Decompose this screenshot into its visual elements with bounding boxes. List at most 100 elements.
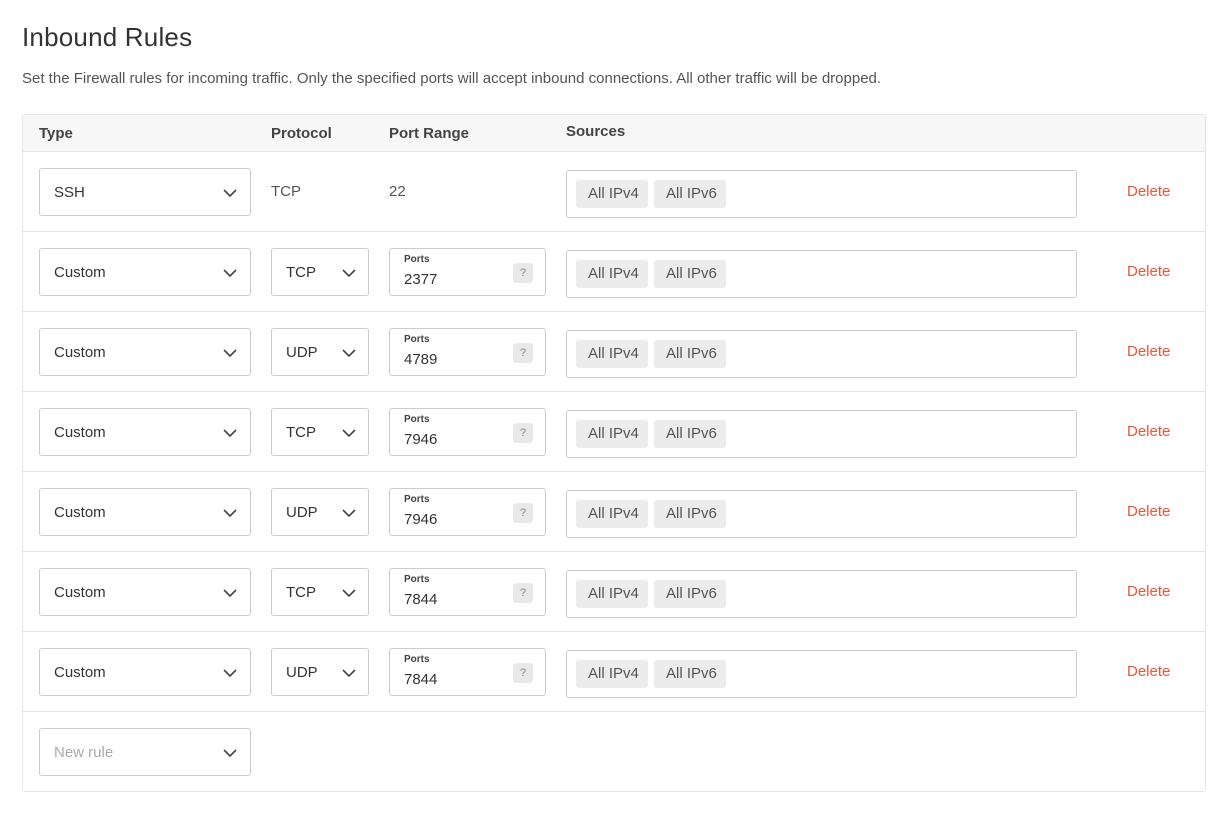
ports-value: 7844 — [404, 671, 438, 688]
ports-input[interactable]: Ports 4789 ? — [389, 328, 546, 376]
type-select-value: Custom — [54, 344, 106, 361]
inbound-rules-page: Inbound Rules Set the Firewall rules for… — [0, 0, 1226, 817]
ports-value: 7844 — [404, 591, 438, 608]
delete-button[interactable]: Delete — [1127, 423, 1170, 440]
protocol-select-value: TCP — [286, 424, 316, 441]
protocol-select[interactable]: TCP — [271, 408, 369, 456]
source-tag[interactable]: All IPv4 — [576, 660, 648, 688]
chevron-down-icon — [223, 189, 237, 198]
rules-table: Type Protocol Port Range Sources SSH TCP… — [22, 114, 1206, 792]
type-select[interactable]: Custom — [39, 488, 251, 536]
type-select[interactable]: Custom — [39, 648, 251, 696]
protocol-select-value: TCP — [286, 264, 316, 281]
source-tag[interactable]: All IPv4 — [576, 500, 648, 528]
ports-value: 4789 — [404, 351, 438, 368]
new-rule-select[interactable]: New rule — [39, 728, 251, 776]
type-select-value: Custom — [54, 424, 106, 441]
sources-input[interactable]: All IPv4 All IPv6 — [566, 330, 1077, 378]
type-select-value: Custom — [54, 264, 106, 281]
source-tag[interactable]: All IPv6 — [654, 420, 726, 448]
sources-input[interactable]: All IPv4 All IPv6 — [566, 490, 1077, 538]
ports-label: Ports — [404, 494, 430, 505]
ports-label: Ports — [404, 254, 430, 265]
rule-row: Custom TCP Ports 7946 ? All IPv4 All IPv… — [23, 392, 1205, 472]
source-tag[interactable]: All IPv6 — [654, 180, 726, 208]
sources-input[interactable]: All IPv4 All IPv6 — [566, 570, 1077, 618]
sources-input[interactable]: All IPv4 All IPv6 — [566, 410, 1077, 458]
source-tag[interactable]: All IPv4 — [576, 580, 648, 608]
ports-label: Ports — [404, 334, 430, 345]
delete-button[interactable]: Delete — [1127, 663, 1170, 680]
protocol-value: TCP — [271, 183, 301, 200]
type-select[interactable]: SSH — [39, 168, 251, 216]
source-tag[interactable]: All IPv4 — [576, 340, 648, 368]
source-tag[interactable]: All IPv4 — [576, 260, 648, 288]
source-tag[interactable]: All IPv6 — [654, 580, 726, 608]
help-icon[interactable]: ? — [513, 343, 533, 363]
ports-input[interactable]: Ports 7946 ? — [389, 408, 546, 456]
page-title: Inbound Rules — [22, 22, 193, 52]
type-select[interactable]: Custom — [39, 248, 251, 296]
type-select[interactable]: Custom — [39, 328, 251, 376]
chevron-down-icon — [342, 429, 356, 438]
sources-input[interactable]: All IPv4 All IPv6 — [566, 170, 1077, 218]
type-select-value: Custom — [54, 664, 106, 681]
type-select-value: Custom — [54, 584, 106, 601]
ports-input[interactable]: Ports 7844 ? — [389, 568, 546, 616]
column-header-type: Type — [39, 125, 73, 142]
column-header-sources: Sources — [566, 123, 626, 140]
source-tag[interactable]: All IPv4 — [576, 420, 648, 448]
column-header-port-range: Port Range — [389, 125, 470, 142]
chevron-down-icon — [342, 509, 356, 518]
chevron-down-icon — [223, 429, 237, 438]
protocol-select[interactable]: UDP — [271, 648, 369, 696]
rule-row: Custom UDP Ports 7946 ? All IPv4 All IPv… — [23, 472, 1205, 552]
help-icon[interactable]: ? — [513, 503, 533, 523]
ports-input[interactable]: Ports 7844 ? — [389, 648, 546, 696]
chevron-down-icon — [223, 269, 237, 278]
port-value: 22 — [389, 183, 406, 200]
ports-input[interactable]: Ports 7946 ? — [389, 488, 546, 536]
type-select-value: Custom — [54, 504, 106, 521]
delete-button[interactable]: Delete — [1127, 263, 1170, 280]
help-icon[interactable]: ? — [513, 583, 533, 603]
ports-value: 7946 — [404, 511, 438, 528]
protocol-select[interactable]: UDP — [271, 488, 369, 536]
source-tag[interactable]: All IPv6 — [654, 340, 726, 368]
help-icon[interactable]: ? — [513, 663, 533, 683]
delete-button[interactable]: Delete — [1127, 183, 1170, 200]
protocol-select[interactable]: TCP — [271, 568, 369, 616]
chevron-down-icon — [223, 509, 237, 518]
type-select[interactable]: Custom — [39, 568, 251, 616]
table-header: Type Protocol Port Range Sources — [23, 115, 1205, 152]
protocol-select-value: UDP — [286, 504, 318, 521]
source-tag[interactable]: All IPv6 — [654, 500, 726, 528]
sources-input[interactable]: All IPv4 All IPv6 — [566, 250, 1077, 298]
delete-button[interactable]: Delete — [1127, 503, 1170, 520]
delete-button[interactable]: Delete — [1127, 343, 1170, 360]
chevron-down-icon — [223, 749, 237, 758]
new-rule-row: New rule — [23, 712, 1205, 792]
ports-label: Ports — [404, 654, 430, 665]
source-tag[interactable]: All IPv4 — [576, 180, 648, 208]
source-tag[interactable]: All IPv6 — [654, 260, 726, 288]
ports-label: Ports — [404, 574, 430, 585]
chevron-down-icon — [223, 669, 237, 678]
rule-row: Custom UDP Ports 7844 ? All IPv4 All IPv… — [23, 632, 1205, 712]
delete-button[interactable]: Delete — [1127, 583, 1170, 600]
protocol-select[interactable]: UDP — [271, 328, 369, 376]
rule-row: Custom UDP Ports 4789 ? All IPv4 All IPv… — [23, 312, 1205, 392]
rule-row: Custom TCP Ports 2377 ? All IPv4 All IPv… — [23, 232, 1205, 312]
chevron-down-icon — [223, 589, 237, 598]
help-icon[interactable]: ? — [513, 423, 533, 443]
sources-input[interactable]: All IPv4 All IPv6 — [566, 650, 1077, 698]
column-header-protocol: Protocol — [271, 125, 332, 142]
rule-row: Custom TCP Ports 7844 ? All IPv4 All IPv… — [23, 552, 1205, 632]
type-select[interactable]: Custom — [39, 408, 251, 456]
new-rule-placeholder: New rule — [54, 744, 114, 761]
ports-input[interactable]: Ports 2377 ? — [389, 248, 546, 296]
protocol-select[interactable]: TCP — [271, 248, 369, 296]
page-description: Set the Firewall rules for incoming traf… — [22, 70, 882, 87]
source-tag[interactable]: All IPv6 — [654, 660, 726, 688]
help-icon[interactable]: ? — [513, 263, 533, 283]
